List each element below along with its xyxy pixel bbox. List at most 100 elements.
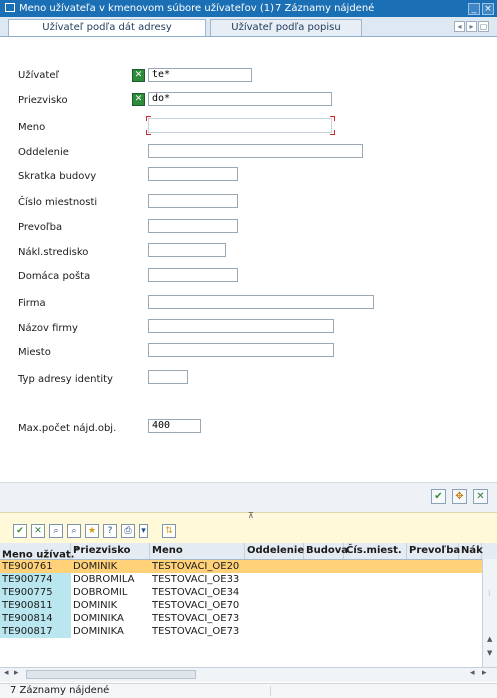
confirm-icon[interactable]: ✔ <box>431 489 446 504</box>
room-input[interactable] <box>148 194 238 208</box>
dialog-button-bar <box>0 482 497 513</box>
column-header-extension[interactable]: Prevoľba <box>407 543 460 559</box>
scroll-right-icon[interactable]: ▸ <box>14 668 19 678</box>
max-hits-input[interactable]: 400 <box>148 419 201 433</box>
minimize-button[interactable]: _ <box>468 3 480 15</box>
tab-user-by-description[interactable]: Užívateľ podľa popisu <box>210 19 362 36</box>
label-max-hits: Max.počet nájd.obj. <box>18 423 117 434</box>
table-cell <box>245 586 304 599</box>
tab-next-icon[interactable]: ▸ <box>466 21 477 32</box>
cost-center-input[interactable] <box>148 243 226 257</box>
help-search-icon[interactable]: ? <box>103 524 117 538</box>
table-cell <box>459 573 482 586</box>
window-icon <box>5 3 15 12</box>
internal-mail-input[interactable] <box>148 268 238 282</box>
tab-prev-icon[interactable]: ◂ <box>454 21 465 32</box>
tab-list-icon[interactable]: ▢ <box>478 21 489 32</box>
sort-icon[interactable]: ⇅ <box>162 524 176 538</box>
table-cell <box>459 586 482 599</box>
table-cell <box>459 612 482 625</box>
find-next-icon[interactable]: ⌕ <box>67 524 81 538</box>
scroll-left-icon[interactable]: ◂ <box>470 668 475 678</box>
city-input[interactable] <box>148 343 334 357</box>
scroll-thumb[interactable] <box>26 670 196 679</box>
table-row[interactable]: TE900811 DOMINIK TESTOVACI_OE70 <box>0 599 482 612</box>
label-user: Užívateľ <box>18 70 60 81</box>
cancel-icon[interactable]: ✕ <box>473 489 488 504</box>
select-options-icon[interactable]: ✕ <box>132 93 145 106</box>
status-divider <box>270 686 271 696</box>
table-cell <box>304 586 344 599</box>
scroll-right-icon[interactable]: ▸ <box>482 668 487 678</box>
column-header-label: Meno užívat. <box>2 549 75 561</box>
scroll-grip-icon: ⁝ <box>488 589 491 598</box>
scroll-down-icon[interactable]: ▼ <box>487 649 492 657</box>
table-cell: TE900817 <box>0 625 71 638</box>
table-cell <box>304 599 344 612</box>
extension-input[interactable] <box>148 219 238 233</box>
column-header-first-name[interactable]: Meno <box>150 543 245 559</box>
column-header-department[interactable]: Oddelenie <box>245 543 304 559</box>
table-row[interactable]: TE900761 DOMINIK TESTOVACI_OE20 <box>0 560 482 573</box>
horizontal-scrollbar[interactable]: ◂ ▸ ◂ ▸ <box>0 667 497 682</box>
building-input[interactable] <box>148 167 238 181</box>
focus-corner <box>146 116 151 121</box>
table-cell: TE900775 <box>0 586 71 599</box>
find-icon[interactable]: ⌕ <box>49 524 63 538</box>
label-department: Oddelenie <box>18 147 69 158</box>
column-header-user[interactable]: Meno užívat.^ <box>0 543 80 561</box>
table-row[interactable]: TE900814 DOMINIKA TESTOVACI_OE73 <box>0 612 482 625</box>
print-menu-icon[interactable]: ▾ <box>139 524 148 538</box>
column-header-building[interactable]: Budova <box>304 543 348 559</box>
favorites-icon[interactable]: ★ <box>85 524 99 538</box>
table-cell <box>407 612 459 625</box>
print-icon[interactable]: ⎙ <box>121 524 135 538</box>
identity-address-type-input[interactable] <box>148 370 188 384</box>
company-input[interactable] <box>148 295 374 309</box>
scroll-up-icon[interactable]: ▲ <box>487 635 492 643</box>
surname-input[interactable]: do* <box>148 92 332 106</box>
label-internal-mail: Domáca pošta <box>18 271 91 282</box>
table-row[interactable]: TE900775 DOBROMIL TESTOVACI_OE34 <box>0 586 482 599</box>
window-title-bar: Meno užívateľa v kmenovom súbore užívate… <box>0 0 497 17</box>
label-identity-address-type: Typ adresy identity <box>18 374 113 385</box>
table-cell <box>304 573 344 586</box>
window-count: 7 Záznamy nájdené <box>275 3 375 14</box>
table-cell <box>245 625 304 638</box>
table-cell <box>407 625 459 638</box>
table-cell <box>459 599 482 612</box>
splitter-handle-icon[interactable]: ⊼ <box>248 511 254 520</box>
label-company: Firma <box>18 298 46 309</box>
first-name-input[interactable] <box>148 118 332 133</box>
table-cell: TE900814 <box>0 612 71 625</box>
table-row[interactable]: TE900817 DOMINIKA TESTOVACI_OE73 <box>0 625 482 638</box>
table-cell: DOMINIK <box>73 561 118 572</box>
user-input[interactable]: te* <box>148 68 252 82</box>
close-button[interactable]: × <box>482 3 494 15</box>
table-cell: TESTOVACI_OE70 <box>152 600 240 611</box>
table-cell <box>245 560 304 573</box>
vertical-scrollbar[interactable]: ⁝ ▲ ▼ <box>482 559 497 667</box>
column-header-room[interactable]: Čís.miest. <box>344 543 407 559</box>
department-input[interactable] <box>148 144 363 158</box>
company-name-input[interactable] <box>148 319 334 333</box>
label-extension: Prevoľba <box>18 222 63 233</box>
tab-user-by-address[interactable]: Užívateľ podľa dát adresy <box>8 19 206 36</box>
column-header-cost[interactable]: Nák <box>459 543 483 559</box>
check-icon[interactable]: ✔ <box>13 524 27 538</box>
table-cell: TE900811 <box>0 599 71 612</box>
focus-corner <box>330 116 335 121</box>
results-table: Meno užívat.^ Priezvisko Meno Oddelenie … <box>0 543 497 683</box>
search-settings-icon[interactable]: ✥ <box>452 489 467 504</box>
select-options-icon[interactable]: ✕ <box>132 69 145 82</box>
table-cell: TESTOVACI_OE73 <box>152 626 240 637</box>
label-surname: Priezvisko <box>18 95 68 106</box>
column-header-surname[interactable]: Priezvisko <box>71 543 150 559</box>
table-cell: TE900774 <box>0 573 71 586</box>
table-row[interactable]: TE900774 DOBROMILA TESTOVACI_OE33 <box>0 573 482 586</box>
table-cell <box>407 586 459 599</box>
filter-x-icon[interactable]: ✕ <box>31 524 45 538</box>
table-cell <box>344 586 407 599</box>
label-city: Miesto <box>18 347 51 358</box>
scroll-left-icon[interactable]: ◂ <box>4 668 9 678</box>
